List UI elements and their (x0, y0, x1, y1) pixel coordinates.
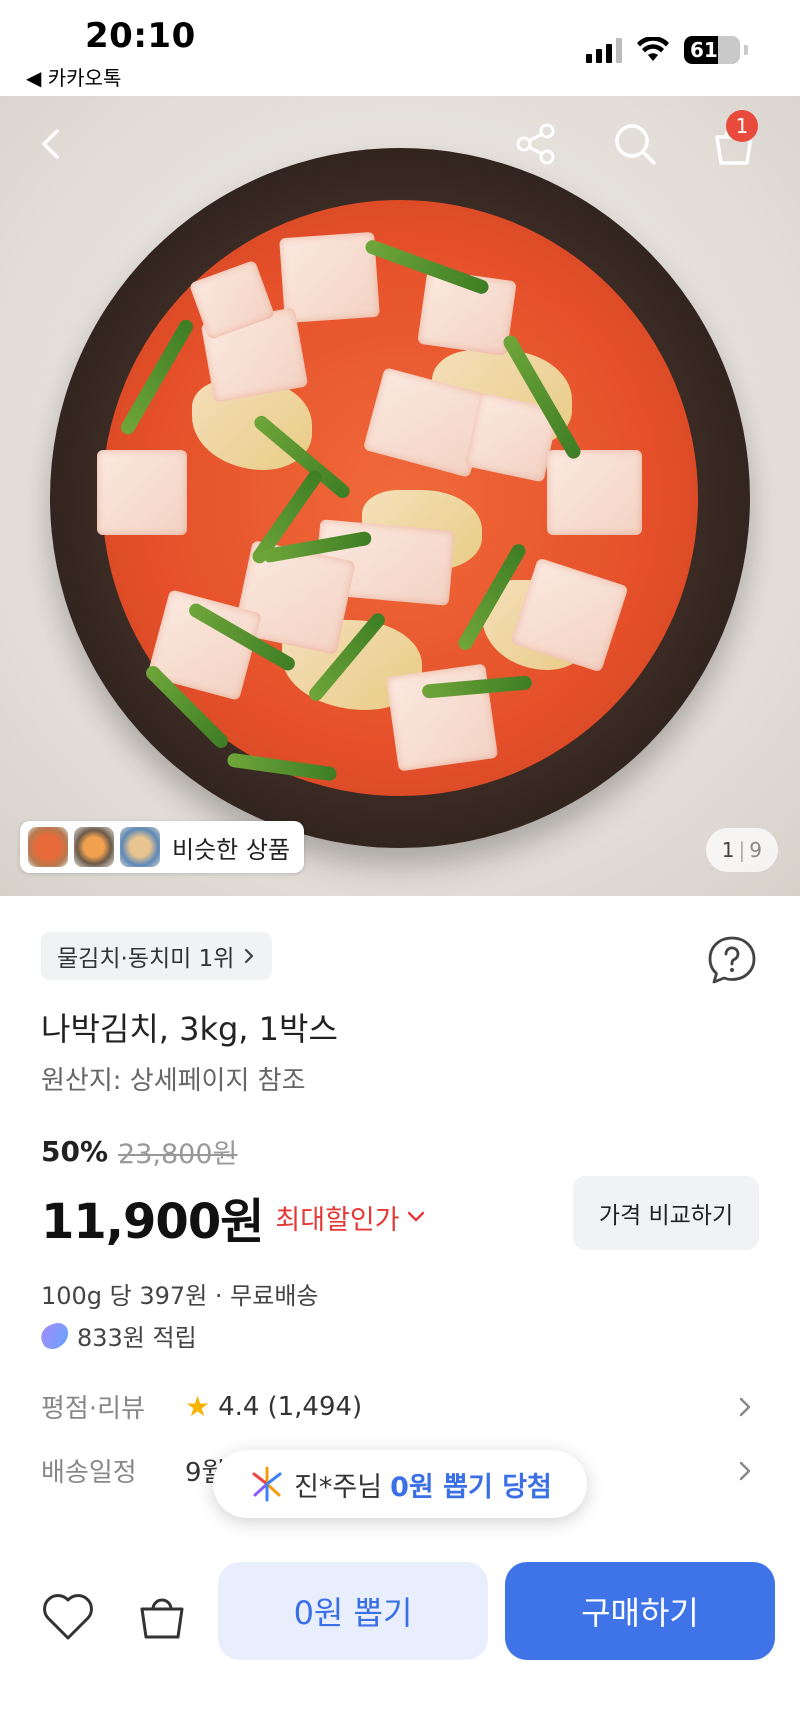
similar-thumb (74, 827, 114, 867)
page-total: 9 (749, 838, 762, 862)
similar-products-chip[interactable]: 비슷한 상품 (20, 821, 305, 873)
back-icon (42, 129, 59, 159)
max-discount-label: 최대할인가 (275, 1204, 400, 1236)
category-rank-chip[interactable]: 물김치·동치미 1위 (41, 932, 273, 980)
search-button[interactable] (607, 116, 663, 172)
points-icon (37, 1319, 73, 1352)
share-icon (516, 123, 555, 165)
rating-review-row[interactable]: 평점·리뷰 ★ 4.4 (1,494) (41, 1388, 759, 1425)
toast-highlight: 0원 뽑기 당첨 (390, 1471, 552, 1503)
rating-label: 평점·리뷰 (41, 1394, 145, 1424)
product-title: 나박김치, 3kg, 1박스 (41, 1010, 338, 1048)
battery-cap (744, 45, 748, 55)
similar-thumb (28, 827, 68, 867)
max-discount-toggle[interactable]: 최대할인가 (275, 1198, 425, 1237)
question-icon (708, 936, 756, 984)
product-inquiry-button[interactable] (704, 932, 760, 988)
chevron-right-icon (739, 1397, 751, 1416)
battery-level: 61 (690, 38, 718, 62)
chevron-down-icon (407, 1211, 424, 1222)
back-to-app-link[interactable]: ◀ 카카오톡 (26, 62, 121, 91)
status-bar: 20:10 ◀ 카카오톡 61 (0, 0, 800, 96)
search-icon (615, 124, 656, 165)
cart-count-badge: 1 (726, 110, 758, 142)
unit-price-shipping: 100g 당 397원 · 무료배송 (41, 1282, 319, 1310)
category-rank-label: 물김치·동치미 1위 (57, 946, 235, 972)
status-time: 20:10 (85, 16, 196, 56)
add-to-cart-button[interactable] (130, 1584, 194, 1648)
winner-toast: 진*주님 0원 뽑기 당첨 (213, 1450, 587, 1518)
bag-icon (140, 1598, 184, 1639)
product-origin: 원산지: 상세페이지 참조 (41, 1066, 306, 1096)
chevron-right-icon (245, 948, 254, 964)
soup (97, 200, 698, 796)
wishlist-button[interactable] (36, 1584, 100, 1648)
price-row: 11,900원 최대할인가 (41, 1182, 426, 1252)
heart-icon (43, 1594, 93, 1640)
buy-button[interactable]: 구매하기 (505, 1562, 775, 1660)
product-photo (50, 148, 750, 848)
original-price: 23,800원 (118, 1139, 238, 1170)
back-button[interactable] (24, 116, 80, 172)
points-text: 833원 적립 (77, 1324, 197, 1352)
star-icon: ★ (185, 1390, 211, 1423)
page-separator: | (738, 838, 746, 862)
cellular-signal-icon (586, 37, 622, 63)
discount-row: 50% 23,800원 (41, 1132, 237, 1171)
rating-value: 4.4 (218, 1391, 260, 1422)
discount-percent: 50% (41, 1135, 109, 1168)
zero-won-draw-button[interactable]: 0원 뽑기 (218, 1562, 488, 1660)
similar-thumb (120, 827, 160, 867)
image-page-indicator: 1 | 9 (705, 828, 778, 872)
similar-products-label: 비슷한 상품 (172, 835, 291, 864)
toast-user: 진*주님 (294, 1471, 383, 1503)
price-compare-button[interactable]: 가격 비교하기 (573, 1176, 759, 1250)
share-button[interactable] (508, 116, 564, 172)
firework-icon (252, 1466, 282, 1502)
cart-button[interactable]: 1 (706, 110, 762, 172)
status-indicators: 61 (586, 36, 748, 64)
points-row: 833원 적립 (37, 1318, 197, 1353)
delivery-label: 배송일정 (41, 1458, 137, 1488)
bottom-action-bar: 0원 뽑기 구매하기 (0, 1540, 800, 1731)
sale-price: 11,900원 (41, 1194, 264, 1250)
chevron-right-icon (739, 1461, 751, 1480)
page-current: 1 (721, 838, 735, 862)
wifi-icon (637, 37, 669, 61)
product-image-gallery[interactable]: 1 비슷한 상품 1 | 9 (0, 96, 800, 896)
rating-value-group: ★ 4.4 (1,494) (185, 1390, 731, 1423)
review-count: (1,494) (267, 1391, 363, 1422)
battery-icon: 61 (684, 36, 740, 64)
